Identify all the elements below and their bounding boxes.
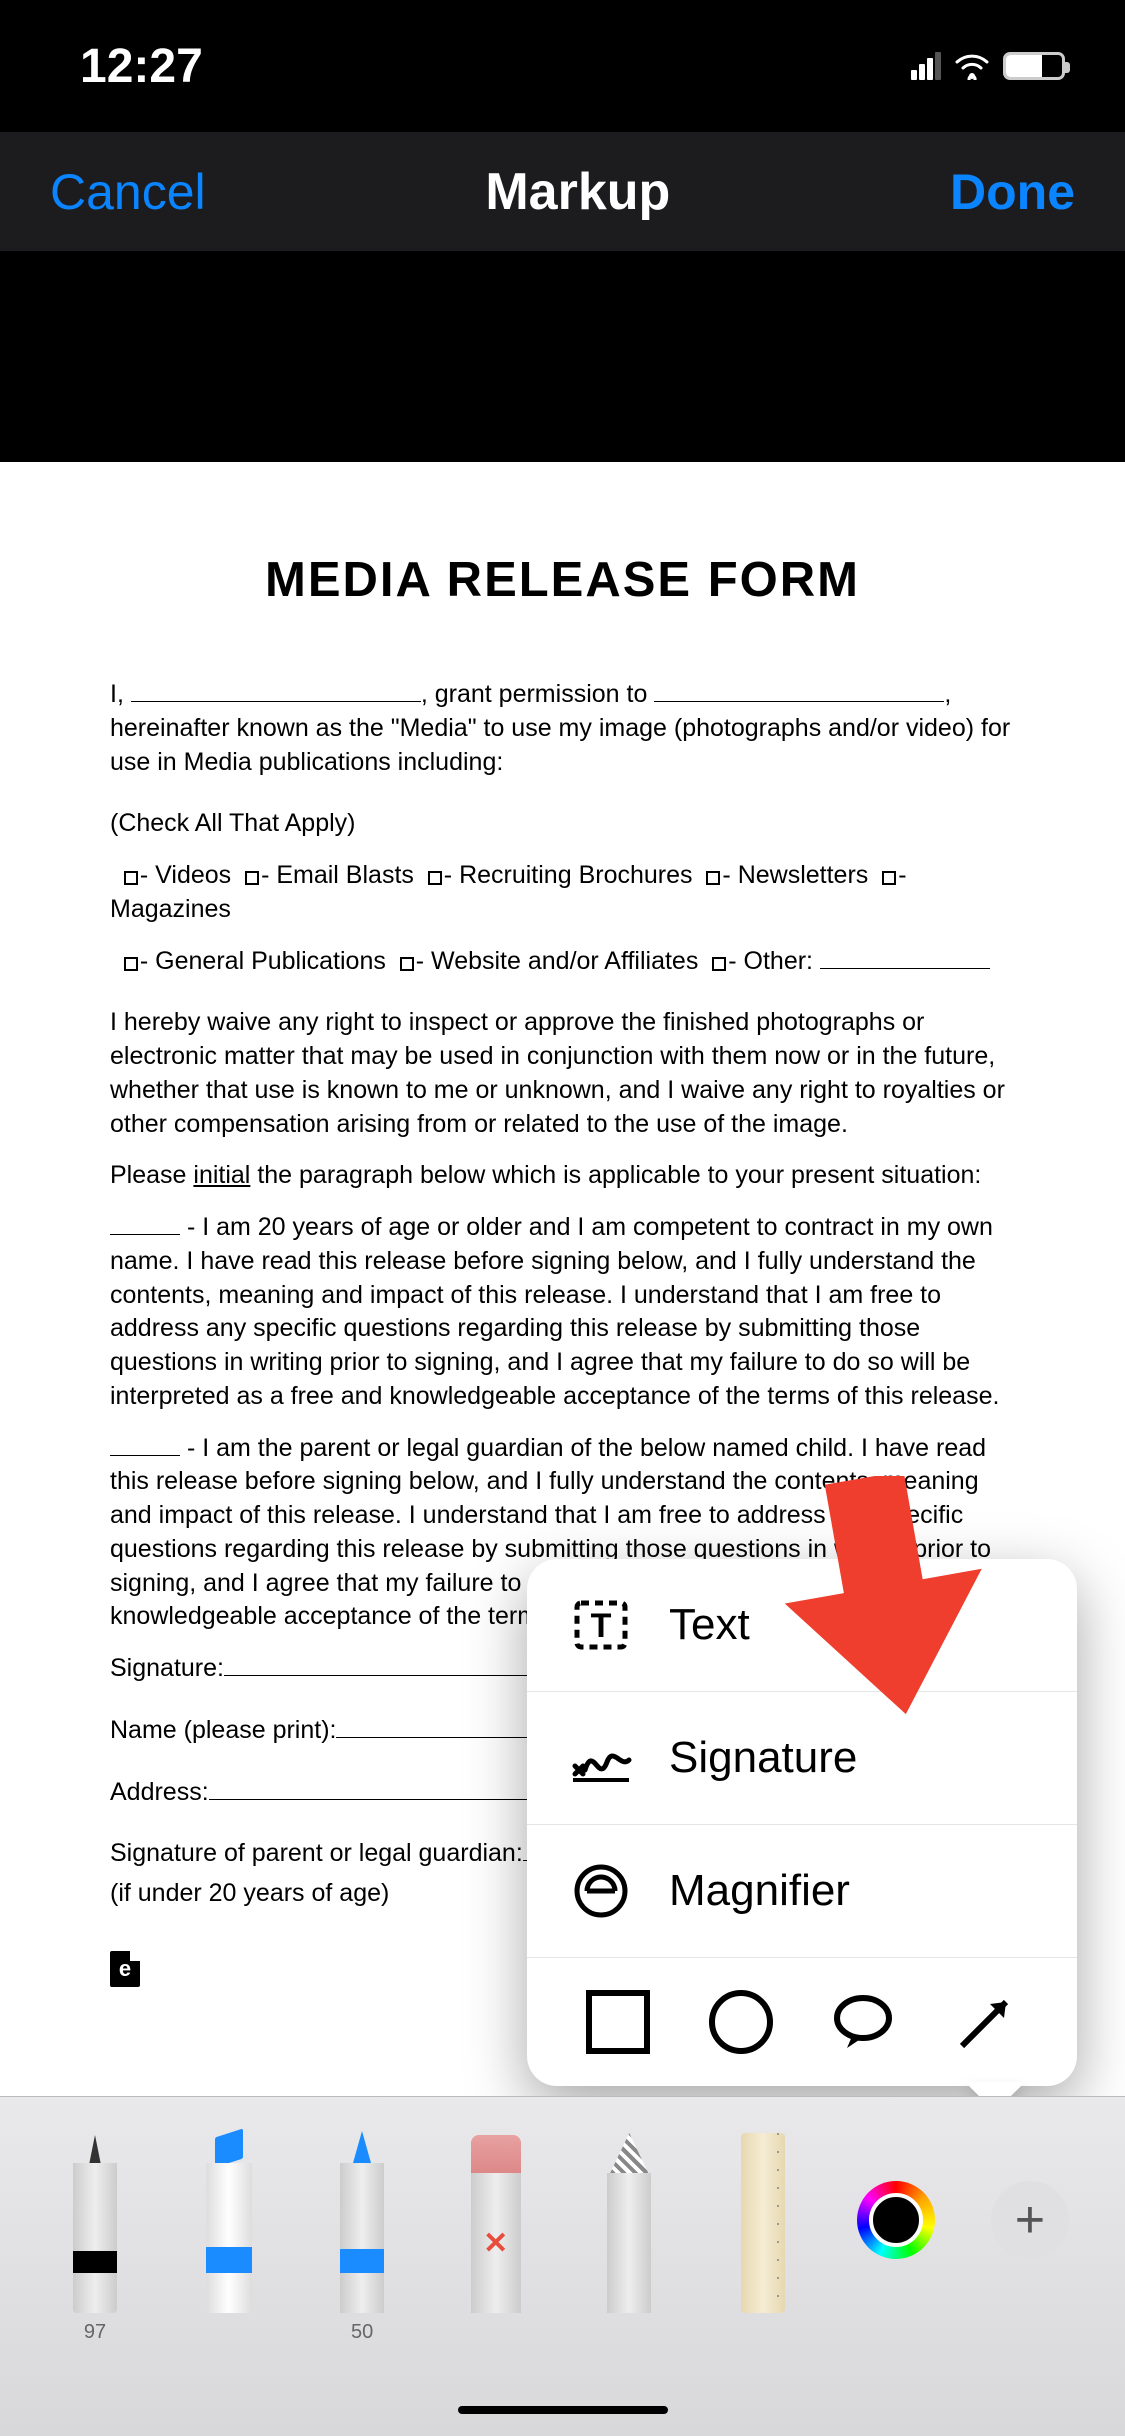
menu-item-text[interactable]: T Text [527, 1559, 1077, 1692]
status-time: 12:27 [50, 39, 203, 94]
menu-item-magnifier[interactable]: Magnifier [527, 1825, 1077, 1958]
blank-name [131, 701, 421, 702]
menu-label-signature: Signature [669, 1733, 857, 1783]
eforms-logo: e [110, 1951, 140, 1987]
menu-label-magnifier: Magnifier [669, 1866, 850, 1916]
para-adult: - I am 20 years of age or older and I am… [110, 1211, 1015, 1414]
lasso-tool[interactable] [589, 2127, 669, 2347]
add-button[interactable]: + [990, 2127, 1070, 2347]
color-wheel-icon [857, 2181, 935, 2259]
nav-bar: Cancel Markup Done [0, 132, 1125, 252]
cellular-icon [911, 52, 941, 80]
pencil-opacity-label: 97 [84, 2321, 106, 2347]
wifi-icon [953, 52, 991, 80]
status-icons [911, 52, 1075, 80]
page-title: Markup [485, 162, 670, 222]
markup-screen: 12:27 Cancel Markup Done MEDIA RELEASE F… [0, 0, 1125, 2436]
svg-text:T: T [591, 1607, 612, 1645]
shape-arrow-button[interactable] [954, 1990, 1018, 2054]
done-button[interactable]: Done [950, 163, 1075, 221]
menu-item-signature[interactable]: Signature [527, 1692, 1077, 1825]
shape-square-button[interactable] [586, 1990, 650, 2054]
plus-icon: + [991, 2181, 1069, 2259]
home-indicator[interactable] [458, 2406, 668, 2414]
pencil-tool[interactable]: 97 [55, 2127, 135, 2347]
doc-title: MEDIA RELEASE FORM [110, 552, 1015, 608]
shape-circle-button[interactable] [709, 1990, 773, 2054]
waiver-paragraph: I hereby waive any right to inspect or a… [110, 1006, 1015, 1141]
status-bar: 12:27 [0, 0, 1125, 132]
please-initial: Please initial the paragraph below which… [110, 1159, 1015, 1193]
magnifier-icon [567, 1857, 635, 1925]
intro-mid: , grant permission to [421, 680, 648, 708]
checkbox-row-1: - Videos - Email Blasts - Recruiting Bro… [110, 859, 1015, 927]
signature-icon [567, 1724, 635, 1792]
add-menu-popover: T Text Signature Magnifier [527, 1559, 1077, 2086]
pen-opacity-label: 50 [351, 2321, 373, 2347]
cancel-button[interactable]: Cancel [50, 163, 206, 221]
blank-media [654, 701, 944, 702]
shapes-row [527, 1958, 1077, 2086]
marker-tool[interactable] [189, 2127, 269, 2347]
check-heading: (Check All That Apply) [110, 807, 1015, 841]
intro-prefix: I, [110, 680, 124, 708]
shape-speech-button[interactable] [831, 1990, 895, 2054]
eraser-x-icon: ✕ [483, 2226, 508, 2261]
color-picker-button[interactable] [856, 2127, 936, 2347]
markup-toolbar: 97 50 ✕ [0, 2096, 1125, 2436]
text-icon: T [567, 1591, 635, 1659]
eraser-tool[interactable]: ✕ [456, 2127, 536, 2347]
checkbox-row-2: - General Publications - Website and/or … [110, 945, 1015, 979]
menu-label-text: Text [669, 1600, 750, 1650]
pen-tool[interactable]: 50 [322, 2127, 402, 2347]
battery-icon [1003, 52, 1065, 80]
ruler-tool[interactable] [723, 2127, 803, 2347]
